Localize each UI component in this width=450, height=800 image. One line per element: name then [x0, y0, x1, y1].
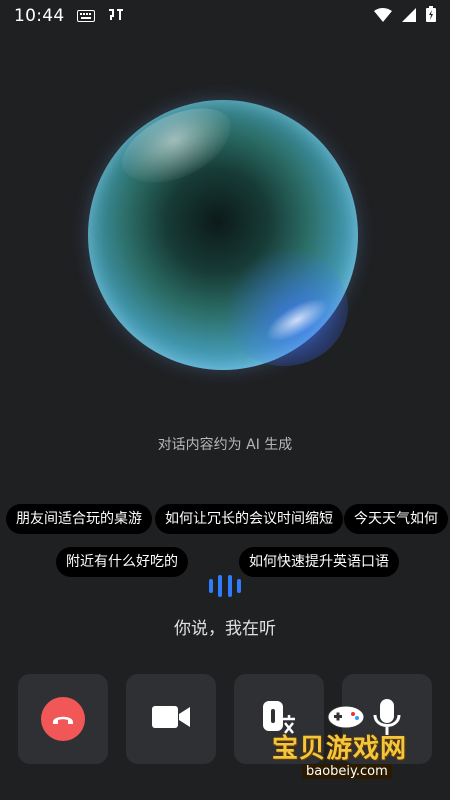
- hangup-button[interactable]: [18, 674, 108, 764]
- video-camera-icon: [151, 703, 191, 735]
- status-time: 10:44: [14, 6, 65, 26]
- status-right: [374, 6, 436, 26]
- suggestion-chip[interactable]: 附近有什么好吃的: [56, 547, 188, 577]
- status-left: 10:44: [14, 6, 125, 26]
- keyboard-icon: [76, 7, 95, 26]
- voice-wave-icon: [209, 574, 241, 598]
- orb-glow: [220, 248, 348, 366]
- hangup-icon: [51, 710, 75, 729]
- status-bar: 10:44: [0, 0, 450, 32]
- signal-icon: [402, 7, 416, 26]
- antenna-icon: [107, 7, 125, 26]
- translate-icon: [259, 697, 299, 741]
- suggestion-chip[interactable]: 如何快速提升英语口语: [239, 547, 399, 577]
- translate-button[interactable]: [234, 674, 324, 764]
- suggestion-chip[interactable]: 今天天气如何: [344, 504, 448, 534]
- suggestion-chip[interactable]: 朋友间适合玩的桌游: [6, 504, 152, 534]
- ai-generated-notice: 对话内容约为 AI 生成: [157, 437, 293, 453]
- listening-status: 你说，我在听: [174, 619, 276, 639]
- battery-icon: [426, 6, 436, 26]
- wifi-icon: [374, 7, 392, 26]
- video-button[interactable]: [126, 674, 216, 764]
- microphone-button[interactable]: [342, 674, 432, 764]
- suggestion-chip[interactable]: 如何让冗长的会议时间缩短: [155, 504, 343, 534]
- microphone-icon: [372, 697, 402, 741]
- hangup-circle: [41, 697, 85, 741]
- watermark-url: baobeiy.com: [302, 764, 392, 779]
